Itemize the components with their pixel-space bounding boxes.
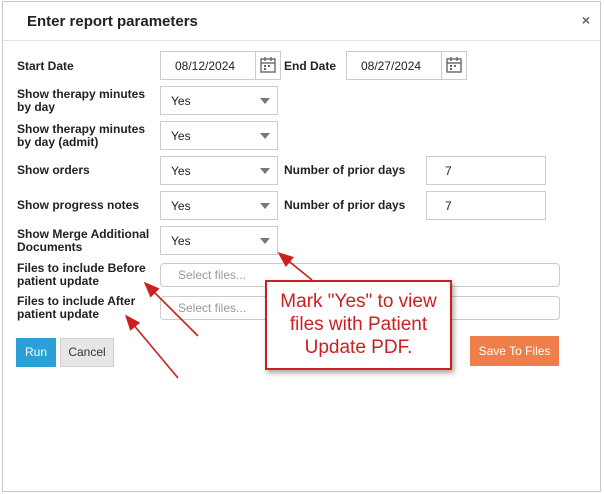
annotation-arrows	[124, 251, 313, 379]
annotation-arrow	[143, 281, 199, 337]
annotation-arrow	[124, 314, 179, 379]
annotation-arrow	[277, 251, 313, 281]
annotation-callout: Mark "Yes" to view files with Patient Up…	[265, 280, 452, 370]
